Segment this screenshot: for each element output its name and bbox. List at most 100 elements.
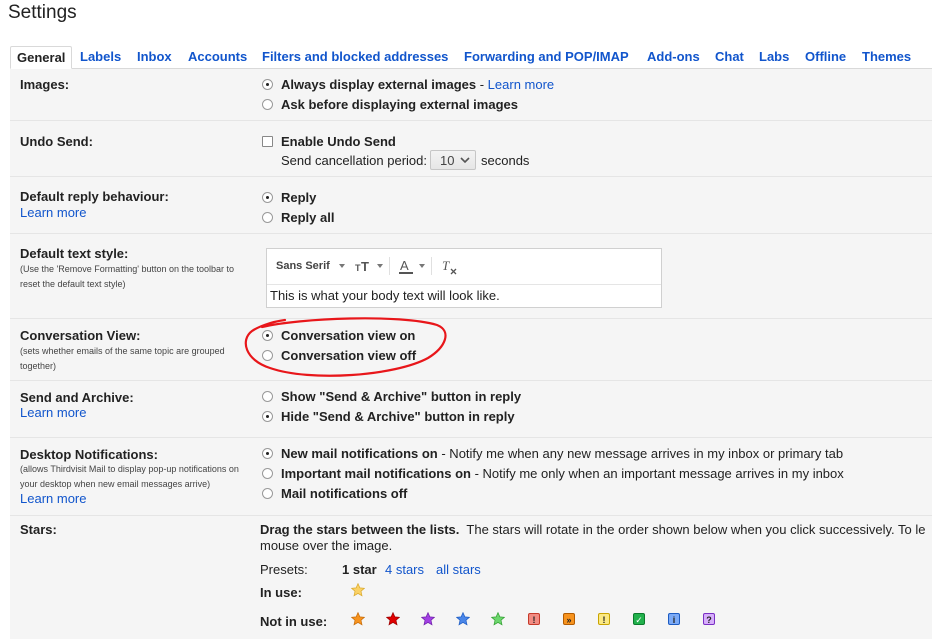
new-mail-notifications-detail: - Notify me when any new message arrives…: [437, 446, 844, 461]
tab-offline[interactable]: Offline: [799, 46, 852, 68]
remove-formatting-icon[interactable]: T: [441, 258, 459, 276]
conversation-off-text: Conversation view off: [281, 348, 417, 363]
notifications-off-radio[interactable]: [262, 488, 273, 499]
font-size-icon[interactable]: TT: [355, 258, 373, 274]
toolbar-divider: [389, 257, 390, 275]
yellow-star-icon[interactable]: [351, 583, 365, 597]
always-display-text: Always display external images: [281, 77, 477, 92]
reply-radio[interactable]: [262, 192, 273, 203]
images-row: Images: Always display external images -…: [10, 69, 932, 121]
reply-row: Default reply behaviour: Learn more Repl…: [10, 177, 932, 234]
purple-star-icon[interactable]: [421, 612, 435, 626]
cancellation-period-unit: seconds: [481, 153, 530, 168]
svg-text:T: T: [361, 259, 369, 274]
undo-send-label: Undo Send:: [20, 134, 93, 149]
size-dropdown-arrow-icon[interactable]: [377, 264, 383, 268]
text-style-editor: Sans Serif TT A T This is what your body…: [266, 248, 662, 308]
tab-labels[interactable]: Labels: [74, 46, 127, 68]
text-style-description: (Use the 'Remove Formatting' button on t…: [20, 264, 235, 289]
yellow-bang-icon[interactable]: !: [598, 613, 610, 625]
desktop-notifications-description: (allows Thirdvisit Mail to display pop-u…: [20, 464, 239, 489]
stars-row: Stars: Drag the stars between the lists.…: [10, 516, 932, 639]
show-send-archive-text: Show "Send & Archive" button in reply: [281, 389, 522, 404]
tab-labs[interactable]: Labs: [753, 46, 795, 68]
presets-label: Presets:: [260, 562, 308, 577]
ask-before-radio[interactable]: [262, 99, 273, 110]
important-mail-notifications-detail: - Notify me only when an important messa…: [470, 466, 844, 481]
blue-info-icon[interactable]: i: [668, 613, 680, 625]
stars-description-line2: mouse over the image.: [260, 538, 393, 553]
purple-question-icon[interactable]: ?: [703, 613, 715, 625]
tab-general[interactable]: General: [10, 46, 73, 69]
show-send-archive-radio[interactable]: [262, 391, 273, 402]
stars-description: Drag the stars between the lists. The st…: [260, 522, 925, 537]
conversation-off-radio[interactable]: [262, 350, 273, 361]
preset-4-stars-link[interactable]: 4 stars: [385, 562, 424, 577]
notifications-off-text: Mail notifications off: [281, 486, 408, 501]
conversation-view-label: Conversation View:: [20, 328, 141, 343]
tab-inbox[interactable]: Inbox: [131, 46, 178, 68]
tab-chat[interactable]: Chat: [709, 46, 750, 68]
text-style-preview: This is what your body text will look li…: [270, 288, 500, 303]
tab-forwarding[interactable]: Forwarding and POP/IMAP: [458, 46, 635, 68]
reply-learn-more-link[interactable]: Learn more: [20, 205, 86, 220]
red-bang-icon[interactable]: !: [528, 613, 540, 625]
important-mail-notifications-radio[interactable]: [262, 468, 273, 479]
orange-star-icon[interactable]: [351, 612, 365, 626]
chevron-down-icon: [460, 157, 470, 164]
new-mail-notifications-text: New mail notifications on: [281, 446, 438, 461]
orange-guillemet-icon[interactable]: »: [563, 613, 575, 625]
conversation-view-row: Conversation View: (sets whether emails …: [10, 319, 932, 381]
images-label: Images:: [20, 77, 70, 92]
svg-text:A: A: [400, 258, 409, 273]
preset-1-star[interactable]: 1 star: [342, 562, 377, 577]
cancellation-period-label: Send cancellation period:: [281, 153, 427, 168]
formatting-toolbar: Sans Serif TT A T: [267, 249, 661, 285]
green-star-icon[interactable]: [491, 612, 505, 626]
images-learn-more-link[interactable]: Learn more: [488, 77, 554, 92]
red-star-icon[interactable]: [386, 612, 400, 626]
undo-send-row: Undo Send: Enable Undo Send Send cancell…: [10, 121, 932, 177]
reply-label: Default reply behaviour:: [20, 189, 169, 204]
send-archive-label: Send and Archive:: [20, 390, 134, 405]
tab-addons[interactable]: Add-ons: [641, 46, 706, 68]
enable-undo-send-checkbox[interactable]: [262, 136, 273, 147]
tab-accounts[interactable]: Accounts: [182, 46, 253, 68]
blue-star-icon[interactable]: [456, 612, 470, 626]
reply-all-radio[interactable]: [262, 212, 273, 223]
conversation-view-description: (sets whether emails of the same topic a…: [20, 346, 225, 371]
text-style-label: Default text style:: [20, 246, 129, 261]
send-archive-learn-more-link[interactable]: Learn more: [20, 405, 86, 420]
stars-description-lead: Drag the stars between the lists.: [260, 522, 460, 537]
cancellation-period-select[interactable]: 10: [430, 150, 476, 170]
green-check-icon[interactable]: ✓: [633, 613, 645, 625]
settings-tabs: General Labels Inbox Accounts Filters an…: [10, 46, 932, 69]
tab-filters[interactable]: Filters and blocked addresses: [256, 46, 454, 68]
desktop-notifications-label: Desktop Notifications:: [20, 447, 158, 462]
hide-send-archive-text: Hide "Send & Archive" button in reply: [281, 409, 515, 424]
always-display-radio[interactable]: [262, 79, 273, 90]
preset-all-stars-link[interactable]: all stars: [436, 562, 481, 577]
new-mail-notifications-radio[interactable]: [262, 448, 273, 459]
text-color-icon[interactable]: A: [398, 258, 414, 276]
conversation-on-text: Conversation view on: [281, 328, 416, 343]
tab-themes[interactable]: Themes: [856, 46, 917, 68]
desktop-notifications-row: Desktop Notifications: (allows Thirdvisi…: [10, 438, 932, 516]
hide-send-archive-radio[interactable]: [262, 411, 273, 422]
stars-description-rest: The stars will rotate in the order shown…: [459, 522, 926, 537]
svg-text:T: T: [442, 258, 450, 273]
reply-text: Reply: [281, 190, 317, 205]
color-dropdown-arrow-icon[interactable]: [419, 264, 425, 268]
important-mail-notifications-text: Important mail notifications on: [281, 466, 471, 481]
font-family-menu[interactable]: Sans Serif: [276, 260, 330, 272]
page-title: Settings: [8, 2, 77, 23]
conversation-on-radio[interactable]: [262, 330, 273, 341]
text-style-row: Default text style: (Use the 'Remove For…: [10, 234, 932, 319]
enable-undo-send-text: Enable Undo Send: [281, 134, 396, 149]
notifications-learn-more-link[interactable]: Learn more: [20, 491, 86, 506]
settings-panel: Images: Always display external images -…: [10, 69, 932, 639]
toolbar-divider: [431, 257, 432, 275]
cancellation-period-value: 10: [440, 153, 455, 168]
reply-all-text: Reply all: [281, 210, 335, 225]
font-dropdown-arrow-icon[interactable]: [339, 264, 345, 268]
